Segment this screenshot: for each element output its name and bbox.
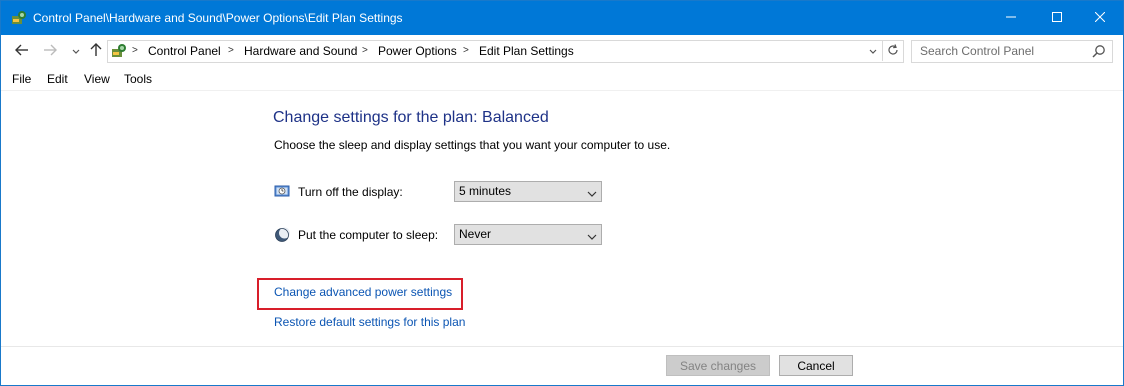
save-changes-label: Save changes (679, 358, 757, 373)
breadcrumb-separator[interactable]: > (362, 41, 368, 61)
chevron-down-icon (869, 44, 877, 58)
minimize-button[interactable] (988, 1, 1034, 35)
minimize-icon (1006, 11, 1016, 25)
maximize-icon (1052, 11, 1062, 25)
moon-icon (274, 227, 290, 243)
breadcrumb-control-panel[interactable]: Control Panel (148, 41, 221, 61)
page-title: Change settings for the plan: Balanced (273, 109, 549, 126)
display-timeout-select[interactable]: 5 minutes (454, 181, 602, 202)
address-dropdown-button[interactable] (865, 41, 881, 61)
menu-bar: File Edit View Tools (1, 68, 1123, 90)
up-button[interactable] (87, 42, 105, 60)
navigation-bar: > Control Panel > Hardware and Sound > P… (1, 35, 1123, 68)
sleep-timeout-select[interactable]: Never (454, 224, 602, 245)
breadcrumb-separator[interactable]: > (463, 41, 469, 61)
chevron-down-icon (72, 44, 80, 58)
title-bar[interactable]: Control Panel\Hardware and Sound\Power O… (1, 1, 1123, 35)
breadcrumb-separator[interactable]: > (132, 41, 138, 61)
divider (1, 90, 1123, 91)
back-button[interactable] (13, 43, 31, 59)
menu-view[interactable]: View (84, 68, 110, 90)
restore-default-settings-link[interactable]: Restore default settings for this plan (274, 315, 465, 329)
save-changes-button[interactable]: Save changes (666, 355, 770, 376)
search-icon[interactable] (1092, 44, 1106, 58)
cancel-button[interactable]: Cancel (779, 355, 853, 376)
breadcrumb-separator[interactable]: > (228, 41, 234, 61)
breadcrumb-hardware-and-sound[interactable]: Hardware and Sound (244, 41, 357, 61)
close-button[interactable] (1077, 1, 1123, 35)
change-advanced-power-settings-link[interactable]: Change advanced power settings (274, 285, 452, 299)
search-input[interactable]: Search Control Panel (911, 40, 1113, 63)
sleep-timeout-label: Put the computer to sleep: (298, 228, 439, 242)
menu-edit[interactable]: Edit (47, 68, 68, 90)
window-title: Control Panel\Hardware and Sound\Power O… (33, 11, 403, 25)
display-timeout-value: 5 minutes (459, 184, 512, 198)
close-icon (1094, 11, 1106, 25)
forward-button[interactable] (41, 43, 59, 59)
display-timeout-label: Turn off the display: (298, 185, 403, 199)
recent-locations-button[interactable] (67, 43, 85, 59)
window: Control Panel\Hardware and Sound\Power O… (0, 0, 1124, 386)
menu-file[interactable]: File (12, 68, 31, 90)
cancel-label: Cancel (797, 358, 835, 373)
arrow-left-icon (15, 44, 29, 59)
control-panel-icon (111, 43, 127, 59)
address-bar[interactable]: > Control Panel > Hardware and Sound > P… (107, 40, 904, 63)
sleep-timeout-value: Never (459, 227, 492, 241)
chevron-down-icon (587, 230, 597, 240)
arrow-right-icon (43, 44, 57, 59)
arrow-up-icon (90, 42, 102, 60)
menu-tools[interactable]: Tools (124, 68, 152, 90)
refresh-icon (887, 43, 899, 59)
chevron-down-icon (587, 187, 597, 197)
control-panel-icon (11, 10, 27, 26)
refresh-button[interactable] (882, 41, 903, 61)
maximize-button[interactable] (1034, 1, 1080, 35)
search-placeholder: Search Control Panel (920, 44, 1035, 58)
footer (1, 347, 1123, 385)
monitor-clock-icon (274, 183, 290, 199)
page-description: Choose the sleep and display settings th… (274, 138, 671, 152)
breadcrumb-edit-plan-settings[interactable]: Edit Plan Settings (479, 41, 574, 61)
breadcrumb-power-options[interactable]: Power Options (378, 41, 457, 61)
